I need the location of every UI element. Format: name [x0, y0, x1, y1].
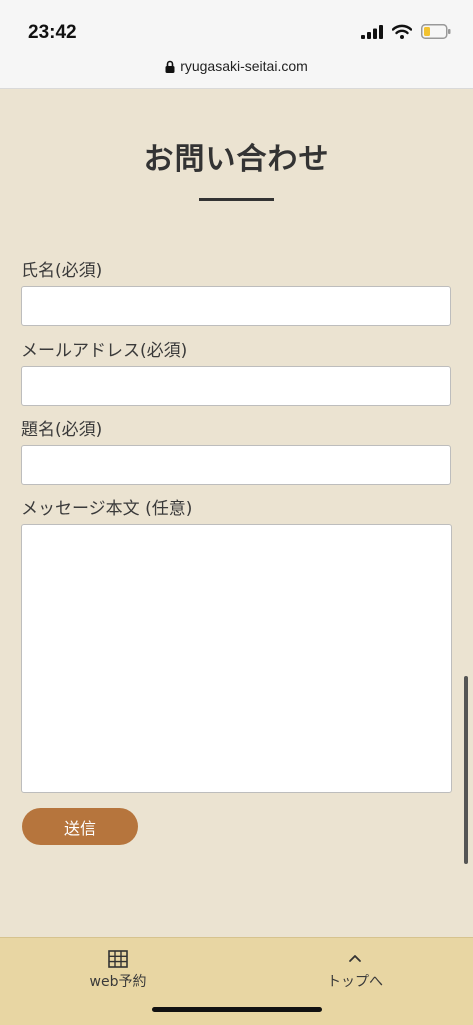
page-scrollbar[interactable] — [464, 676, 468, 864]
home-indicator[interactable] — [152, 1007, 322, 1012]
title-divider — [199, 198, 274, 201]
name-field[interactable] — [21, 286, 451, 326]
address-bar[interactable]: ryugasaki-seitai.com — [0, 58, 473, 74]
message-label: メッセージ本文 (任意) — [21, 499, 193, 519]
submit-button[interactable]: 送信 — [22, 808, 138, 845]
url-text: ryugasaki-seitai.com — [180, 58, 308, 74]
email-field[interactable] — [21, 366, 451, 406]
subject-field[interactable] — [21, 445, 451, 485]
lock-icon — [165, 60, 175, 73]
chevron-up-icon — [349, 955, 361, 962]
message-textarea[interactable] — [21, 524, 452, 793]
signal-icon — [361, 24, 383, 39]
status-bar: 23:42 ryugasaki-seitai.com — [0, 0, 473, 89]
status-icons — [361, 24, 451, 39]
status-time: 23:42 — [28, 22, 77, 43]
email-label: メールアドレス(必須) — [21, 341, 188, 361]
back-to-top-label: トップへ — [327, 974, 383, 990]
page-title: お問い合わせ — [143, 142, 330, 177]
back-to-top-button[interactable]: トップへ — [285, 950, 425, 991]
subject-label: 題名(必須) — [21, 420, 103, 440]
web-reservation-label: web予約 — [89, 974, 147, 990]
calendar-grid-icon — [108, 950, 128, 968]
web-reservation-button[interactable]: web予約 — [48, 950, 188, 991]
name-label: 氏名(必須) — [21, 261, 103, 281]
wifi-icon — [392, 24, 412, 39]
battery-icon — [421, 24, 451, 39]
